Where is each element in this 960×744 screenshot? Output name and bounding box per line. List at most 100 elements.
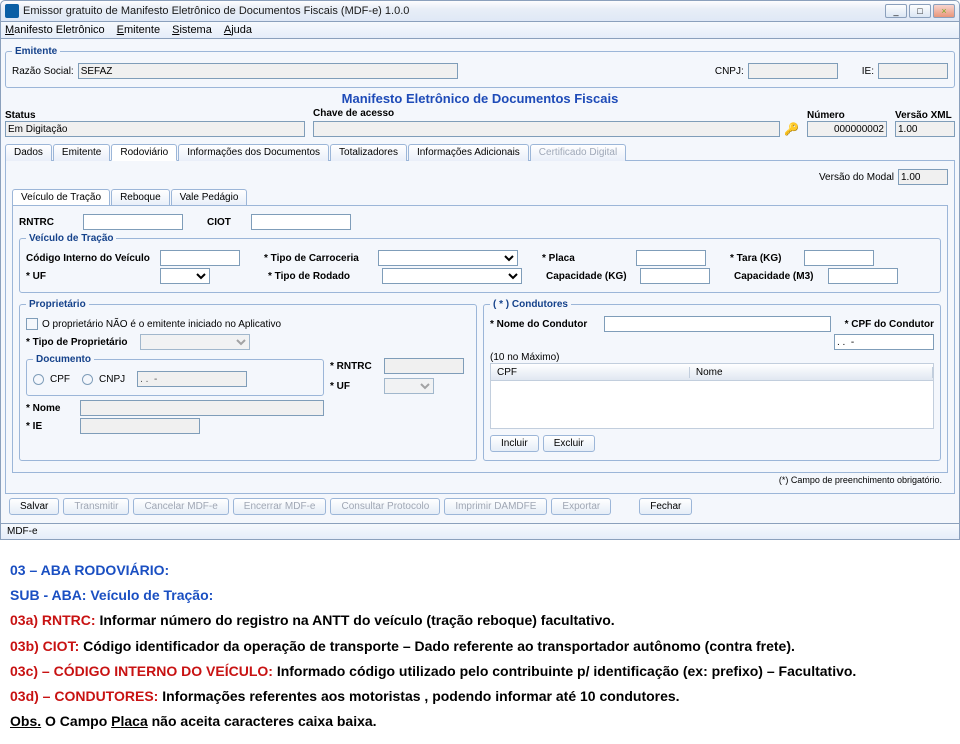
nome-prop-label: * Nome [26, 403, 76, 414]
imprimir-button[interactable]: Imprimir DAMDFE [444, 498, 547, 515]
rntrc-prop-input[interactable] [384, 358, 464, 374]
ie-label: IE: [862, 66, 874, 77]
exportar-button[interactable]: Exportar [551, 498, 611, 515]
status-value [5, 121, 305, 137]
emitente-legend: Emitente [12, 46, 60, 57]
placa-input[interactable] [636, 250, 706, 266]
placa-label: * Placa [542, 253, 632, 264]
chave-input [313, 121, 780, 137]
uf-prop-select[interactable] [384, 378, 434, 394]
numero-label: Número [807, 110, 887, 121]
ciot-input[interactable] [251, 214, 351, 230]
emitente-fieldset: Emitente Razão Social: CNPJ: IE: [5, 46, 955, 88]
uf-veiculo-select[interactable] [160, 268, 210, 284]
cpf-cond-input[interactable] [834, 334, 934, 350]
exp-obs-placa: Placa [111, 713, 148, 729]
col-cpf: CPF [491, 367, 690, 378]
encerrar-mdfe-button[interactable]: Encerrar MDF-e [233, 498, 327, 515]
codigo-input[interactable] [160, 250, 240, 266]
menu-emitente[interactable]: Emitente [117, 24, 160, 36]
razao-label: Razão Social: [12, 66, 74, 77]
ie-prop-label: * IE [26, 421, 76, 432]
key-icon: 🔑 [784, 122, 799, 136]
chave-label: Chave de acesso [313, 108, 799, 119]
menubar: Manifesto Eletrônico Emitente Sistema Aj… [0, 22, 960, 39]
explanation-block: 03 – ABA RODOVIÁRIO: SUB - ABA: Veículo … [0, 540, 960, 744]
capm3-input[interactable] [828, 268, 898, 284]
numero-input [807, 121, 887, 137]
sub-tabs: Veículo de Tração Reboque Vale Pedágio [12, 189, 948, 205]
cond-grid-body[interactable] [490, 381, 934, 429]
tab-info-adicionais[interactable]: Informações Adicionais [408, 144, 529, 161]
exp-a-txt: Informar número do registro na ANTT do v… [99, 612, 614, 628]
doc-input[interactable] [137, 371, 247, 387]
tab-dados[interactable]: Dados [5, 144, 52, 161]
status-label: Status [5, 110, 305, 121]
tab-info-docs[interactable]: Informações dos Documentos [178, 144, 329, 161]
cond-hint: (10 no Máximo) [490, 352, 934, 363]
ie-prop-input[interactable] [80, 418, 200, 434]
consultar-button[interactable]: Consultar Protocolo [330, 498, 440, 515]
versao-label: Versão XML [895, 110, 955, 121]
nome-cond-input[interactable] [604, 316, 831, 332]
nao-emitente-checkbox[interactable] [26, 318, 38, 330]
exp-title: 03 – ABA RODOVIÁRIO: [10, 562, 169, 578]
fechar-button[interactable]: Fechar [639, 498, 692, 515]
tab-emitente[interactable]: Emitente [53, 144, 110, 161]
carroceria-select[interactable] [378, 250, 518, 266]
cpf-radio-label: CPF [50, 374, 70, 385]
menu-manifesto[interactable]: Manifesto Eletrônico [5, 24, 105, 36]
cnpj-radio[interactable] [82, 374, 93, 385]
proprietario-fieldset: Proprietário O proprietário NÃO é o emit… [19, 299, 477, 461]
footer-toolbar: Salvar Transmitir Cancelar MDF-e Encerra… [5, 494, 955, 519]
tab-rodoviario[interactable]: Rodoviário [111, 144, 177, 161]
main-tabs: Dados Emitente Rodoviário Informações do… [5, 143, 955, 161]
modal-val [898, 169, 948, 185]
nome-cond-label: * Nome do Condutor [490, 319, 600, 330]
ciot-label: CIOT [207, 217, 247, 228]
subtab-reboque[interactable]: Reboque [111, 189, 170, 205]
tara-input[interactable] [804, 250, 874, 266]
capkg-input[interactable] [640, 268, 710, 284]
cpf-radio[interactable] [33, 374, 44, 385]
carroceria-label: * Tipo de Carroceria [264, 253, 374, 264]
exp-subaba: SUB - ABA: Veículo de Tração: [10, 587, 213, 603]
condutores-legend: ( * ) Condutores [490, 299, 571, 310]
doc-legend: Documento [33, 354, 94, 365]
uf-prop-label: * UF [330, 381, 380, 392]
rodado-label: * Tipo de Rodado [268, 271, 378, 282]
versao-input [895, 121, 955, 137]
col-nome: Nome [690, 367, 933, 378]
close-button[interactable]: × [933, 4, 955, 18]
menu-ajuda[interactable]: Ajuda [224, 24, 252, 36]
minimize-button[interactable]: _ [885, 4, 907, 18]
incluir-button[interactable]: Incluir [490, 435, 539, 452]
cnpj-input [748, 63, 838, 79]
cnpj-label: CNPJ: [715, 66, 744, 77]
transmitir-button[interactable]: Transmitir [63, 498, 129, 515]
exp-c-lbl: 03c) – CÓDIGO INTERNO DO VEÍCULO: [10, 663, 277, 679]
excluir-button[interactable]: Excluir [543, 435, 595, 452]
capm3-label: Capacidade (M3) [734, 271, 824, 282]
rodado-select[interactable] [382, 268, 522, 284]
window-title: Emissor gratuito de Manifesto Eletrônico… [23, 5, 885, 17]
tab-totalizadores[interactable]: Totalizadores [330, 144, 407, 161]
exp-a-lbl: 03a) RNTRC: [10, 612, 99, 628]
cancelar-mdfe-button[interactable]: Cancelar MDF-e [133, 498, 228, 515]
uf-veiculo-label: * UF [26, 271, 156, 282]
subtab-vale-pedagio[interactable]: Vale Pedágio [171, 189, 248, 205]
salvar-button[interactable]: Salvar [9, 498, 59, 515]
rntrc-input[interactable] [83, 214, 183, 230]
required-note: (*) Campo de preenchimento obrigatório. [12, 473, 948, 487]
maximize-button[interactable]: □ [909, 4, 931, 18]
exp-d-txt: Informações referentes aos motoristas , … [162, 688, 679, 704]
tipo-prop-label: * Tipo de Proprietário [26, 337, 136, 348]
tab-certificado[interactable]: Certificado Digital [530, 144, 626, 161]
tipo-prop-select[interactable] [140, 334, 250, 350]
subtab-veiculo-tracao[interactable]: Veículo de Tração [12, 189, 110, 205]
capkg-label: Capacidade (KG) [546, 271, 636, 282]
rntrc-prop-label: * RNTRC [330, 361, 380, 372]
statusbar: MDF-e [0, 524, 960, 540]
menu-sistema[interactable]: Sistema [172, 24, 212, 36]
nome-prop-input[interactable] [80, 400, 324, 416]
